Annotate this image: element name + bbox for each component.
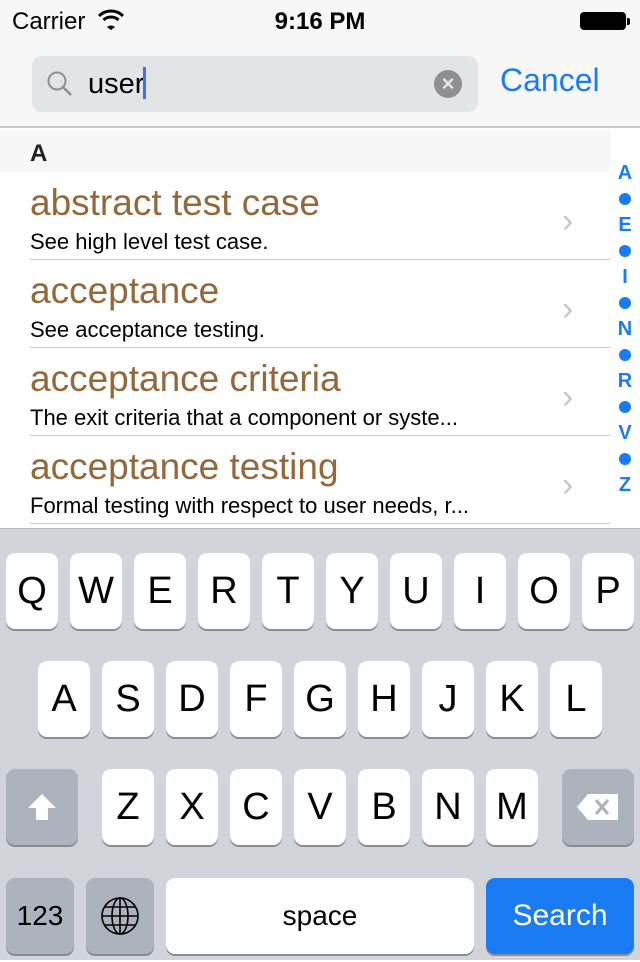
battery-icon — [580, 12, 630, 30]
key-u[interactable]: U — [390, 553, 442, 629]
search-input[interactable]: user × — [32, 56, 478, 112]
chevron-right-icon: › — [562, 290, 574, 328]
index-dot[interactable] — [612, 290, 638, 316]
key-k[interactable]: K — [486, 661, 538, 737]
key-p[interactable]: P — [582, 553, 634, 629]
index-letter[interactable]: Z — [612, 472, 638, 498]
delete-key[interactable] — [562, 769, 634, 845]
search-bar: user × Cancel — [0, 40, 640, 128]
index-dot[interactable] — [612, 186, 638, 212]
key-o[interactable]: O — [518, 553, 570, 629]
key-b[interactable]: B — [358, 769, 410, 845]
search-key[interactable]: Search — [486, 878, 634, 954]
index-letter[interactable]: N — [612, 316, 638, 342]
result-row[interactable]: acceptance testing Formal testing with re… — [0, 436, 610, 524]
key-r[interactable]: R — [198, 553, 250, 629]
index-letter[interactable]: I — [612, 264, 638, 290]
text-caret — [143, 67, 147, 99]
section-index[interactable]: AEINRVZ — [612, 160, 638, 498]
result-row[interactable]: abstract test case See high level test ca… — [0, 172, 610, 260]
key-x[interactable]: X — [166, 769, 218, 845]
index-dot[interactable] — [612, 394, 638, 420]
search-query: user — [88, 68, 145, 100]
result-term: acceptance — [30, 270, 220, 311]
chevron-right-icon: › — [562, 466, 574, 504]
globe-key[interactable] — [86, 878, 154, 954]
key-d[interactable]: D — [166, 661, 218, 737]
key-f[interactable]: F — [230, 661, 282, 737]
shift-icon — [28, 794, 56, 820]
key-m[interactable]: M — [486, 769, 538, 845]
chevron-right-icon: › — [562, 202, 574, 240]
clear-icon[interactable]: × — [434, 70, 462, 98]
index-letter[interactable]: R — [612, 368, 638, 394]
result-row[interactable]: acceptance criteria The exit criteria tha… — [0, 348, 610, 436]
key-q[interactable]: Q — [6, 553, 58, 629]
key-a[interactable]: A — [38, 661, 90, 737]
key-w[interactable]: W — [70, 553, 122, 629]
result-term: abstract test case — [30, 182, 320, 223]
keyboard: 123 space Search QWERTYUIOP ASDFGHJKL ZXCV… — [0, 528, 640, 960]
key-z[interactable]: Z — [102, 769, 154, 845]
result-row[interactable]: acceptance See acceptance testing. › — [0, 260, 610, 348]
index-dot[interactable] — [612, 342, 638, 368]
result-description: Formal testing with respect to user need… — [30, 493, 469, 518]
index-letter[interactable]: E — [612, 212, 638, 238]
space-key[interactable]: space — [166, 878, 474, 954]
clock: 9:16 PM — [274, 8, 366, 35]
index-dot[interactable] — [612, 238, 638, 264]
numbers-key[interactable]: 123 — [6, 878, 74, 954]
result-term: acceptance criteria — [30, 358, 341, 399]
key-i[interactable]: I — [454, 553, 506, 629]
result-term: acceptance testing — [30, 446, 339, 487]
section-header: A — [0, 130, 610, 172]
result-description: See acceptance testing. — [30, 317, 265, 342]
index-letter[interactable]: A — [612, 160, 638, 186]
key-l[interactable]: L — [550, 661, 602, 737]
key-h[interactable]: H — [358, 661, 410, 737]
chevron-right-icon: › — [562, 378, 574, 416]
backspace-icon — [577, 794, 618, 820]
globe-icon — [101, 897, 139, 935]
result-description: See high level test case. — [30, 229, 269, 254]
result-description: The exit criteria that a component or sy… — [30, 405, 458, 430]
key-e[interactable]: E — [134, 553, 186, 629]
key-c[interactable]: C — [230, 769, 282, 845]
index-letter[interactable]: V — [612, 420, 638, 446]
key-n[interactable]: N — [422, 769, 474, 845]
cancel-button[interactable]: Cancel — [500, 62, 600, 99]
key-t[interactable]: T — [262, 553, 314, 629]
index-dot[interactable] — [612, 446, 638, 472]
key-s[interactable]: S — [102, 661, 154, 737]
search-icon — [47, 71, 72, 96]
key-v[interactable]: V — [294, 769, 346, 845]
key-j[interactable]: J — [422, 661, 474, 737]
key-y[interactable]: Y — [326, 553, 378, 629]
row-divider — [30, 523, 610, 524]
shift-key[interactable] — [6, 769, 78, 845]
status-bar: Carrier 9:16 PM — [0, 0, 640, 40]
key-g[interactable]: G — [294, 661, 346, 737]
